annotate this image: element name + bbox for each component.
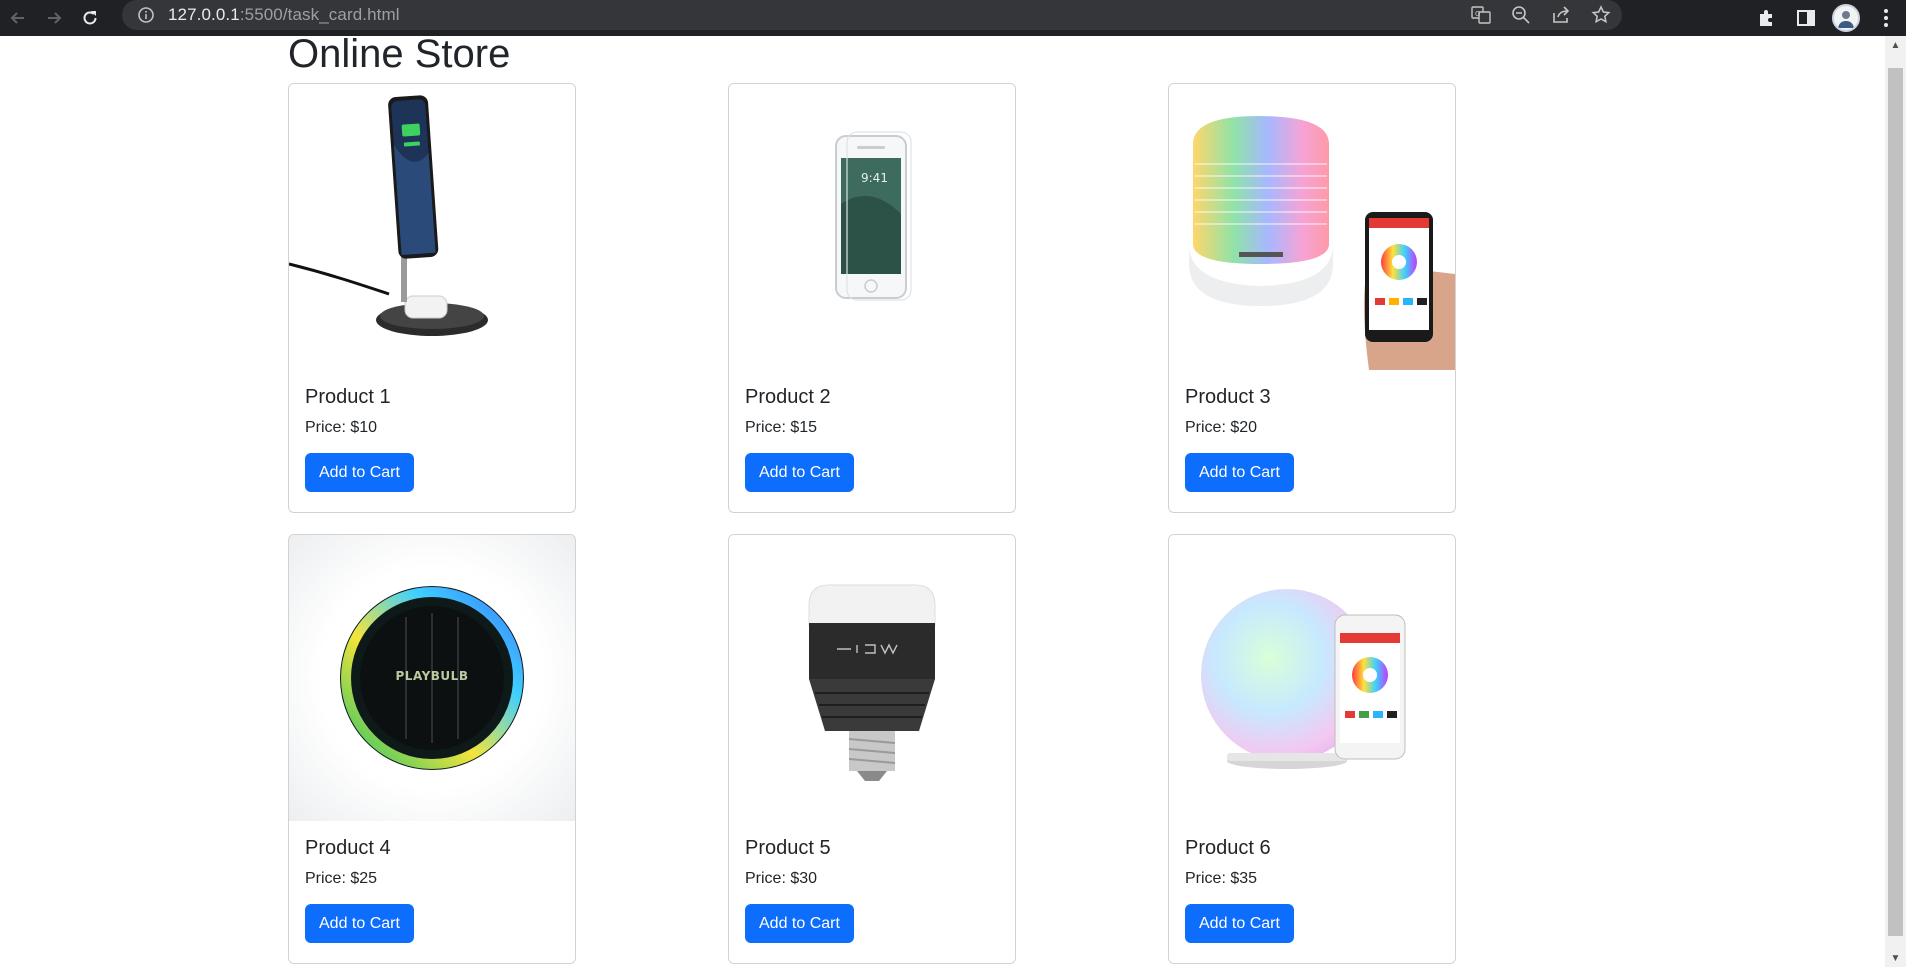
product-image: 9:41	[729, 84, 1015, 370]
product-title: Product 2	[745, 386, 831, 408]
menu-kebab-icon[interactable]	[1866, 0, 1906, 36]
scroll-down-arrow-icon[interactable]: ▼	[1885, 949, 1906, 967]
glass-screen-protector-image: 9:41	[835, 131, 912, 301]
product-card: 9:41 Product 2 Price: $15 Add to Cart	[728, 83, 1016, 513]
forward-icon[interactable]	[36, 0, 72, 36]
add-to-cart-button[interactable]: Add to Cart	[1185, 453, 1294, 493]
url-path: :5500/task_card.html	[239, 5, 400, 24]
magsafe-charger-stand-image	[289, 95, 488, 336]
product-price: Price: $25	[305, 870, 378, 887]
product-card: Product 3 Price: $20 Add to Cart	[1168, 83, 1456, 513]
product-title: Product 3	[1185, 386, 1271, 408]
svg-text:G: G	[1475, 10, 1480, 18]
color-globe-lamp-image	[1201, 589, 1406, 769]
page-title: Online Store	[288, 36, 511, 76]
browser-toolbar: 127.0.0.1:5500/task_card.html G	[0, 0, 1906, 36]
product-card: Product 4 Price: $25 Add to Cart PLAYBUL…	[288, 534, 576, 964]
url-host: 127.0.0.1	[168, 5, 240, 24]
profile-avatar[interactable]	[1826, 0, 1866, 36]
product-title: Product 6	[1185, 837, 1271, 859]
store-container: Online Store Product 1 Price: $10 Add to…	[288, 36, 1608, 964]
product-title: Product 5	[745, 837, 831, 859]
product-image	[1169, 84, 1455, 370]
product-image	[1169, 535, 1455, 821]
scroll-thumb[interactable]	[1888, 68, 1903, 936]
add-to-cart-button[interactable]: Add to Cart	[745, 904, 854, 944]
product-price: Price: $35	[1185, 870, 1258, 887]
product-title: Product 1	[305, 386, 391, 408]
translate-icon[interactable]: G	[1470, 4, 1492, 26]
product-image-label: PLAYBULB	[395, 669, 469, 683]
product-price: Price: $10	[305, 419, 378, 436]
add-to-cart-button[interactable]: Add to Cart	[745, 453, 854, 493]
reload-icon[interactable]	[72, 0, 108, 36]
add-to-cart-button[interactable]: Add to Cart	[305, 453, 414, 493]
product-image	[289, 84, 575, 370]
product-grid: Product 1 Price: $10 Add to Cart 9:41 Pr…	[288, 83, 1608, 964]
add-to-cart-button[interactable]: Add to Cart	[1185, 904, 1294, 944]
product-card: Product 5 Price: $30 Add to Cart	[728, 534, 1016, 964]
product-price: Price: $15	[745, 419, 818, 436]
playbulb-candle-lamp-image	[1189, 116, 1455, 370]
extensions-icon[interactable]	[1746, 0, 1786, 36]
product-price: Price: $20	[1185, 419, 1258, 436]
product-image	[729, 535, 1015, 821]
share-icon[interactable]	[1550, 4, 1572, 26]
page-viewport: Online Store Product 1 Price: $10 Add to…	[0, 36, 1885, 967]
vertical-scrollbar[interactable]: ▲ ▼	[1885, 36, 1906, 967]
svg-text:9:41: 9:41	[861, 171, 888, 185]
scroll-up-arrow-icon[interactable]: ▲	[1885, 36, 1906, 54]
url-text: 127.0.0.1:5500/task_card.html	[168, 5, 400, 25]
product-price: Price: $30	[745, 870, 818, 887]
bookmark-star-icon[interactable]	[1590, 4, 1612, 26]
address-bar[interactable]: 127.0.0.1:5500/task_card.html G	[122, 0, 1622, 30]
mipow-smart-bulb-image	[808, 584, 936, 781]
zoom-out-icon[interactable]	[1510, 4, 1532, 26]
site-info-icon[interactable]	[136, 5, 156, 25]
side-panel-icon[interactable]	[1786, 0, 1826, 36]
back-icon[interactable]	[0, 0, 36, 36]
product-card: Product 6 Price: $35 Add to Cart	[1168, 534, 1456, 964]
product-title: Product 4	[305, 837, 391, 859]
product-card: Product 1 Price: $10 Add to Cart	[288, 83, 576, 513]
add-to-cart-button[interactable]: Add to Cart	[305, 904, 414, 944]
